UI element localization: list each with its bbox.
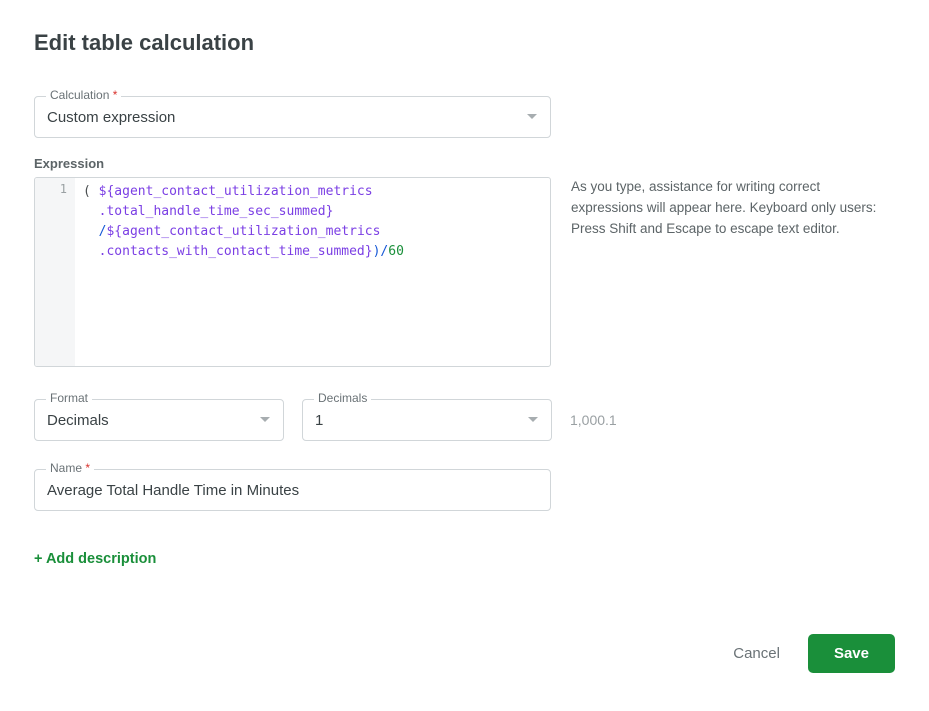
chevron-down-icon [259, 414, 271, 426]
editor-gutter: 1 [35, 178, 75, 366]
name-field: Name * [34, 469, 551, 511]
decimals-select[interactable]: 1 [302, 399, 552, 441]
decimals-select-value: 1 [315, 412, 323, 429]
chevron-down-icon [526, 111, 538, 123]
page-title: Edit table calculation [34, 30, 895, 56]
cancel-button[interactable]: Cancel [733, 645, 780, 662]
tok-var2b: .contacts_with_contact_time_summed} [99, 244, 373, 259]
expression-helper-text: As you type, assistance for writing corr… [571, 177, 891, 367]
save-button[interactable]: Save [808, 634, 895, 673]
format-sample: 1,000.1 [570, 412, 617, 428]
tok-var1a: ${agent_contact_utilization_metrics [99, 184, 373, 199]
name-label-text: Name [50, 461, 82, 475]
calculation-label: Calculation * [46, 88, 121, 102]
calculation-field: Calculation * Custom expression [34, 96, 551, 138]
gutter-line-1: 1 [39, 182, 67, 196]
format-select-value: Decimals [47, 412, 109, 429]
required-asterisk: * [85, 461, 90, 475]
editor-code: ( ${agent_contact_utilization_metrics .t… [75, 178, 412, 366]
name-input[interactable] [34, 469, 551, 511]
format-select[interactable]: Decimals [34, 399, 284, 441]
tok-open-paren: ( [83, 184, 91, 199]
expression-editor[interactable]: 1 ( ${agent_contact_utilization_metrics … [34, 177, 551, 367]
chevron-down-icon [527, 414, 539, 426]
tok-var2a: ${agent_contact_utilization_metrics [106, 224, 380, 239]
dialog-footer: Cancel Save [34, 634, 895, 673]
format-label: Format [46, 391, 92, 405]
add-description-link[interactable]: + Add description [34, 551, 156, 567]
format-field: Format Decimals [34, 399, 284, 441]
tok-literal: 60 [388, 244, 404, 259]
decimals-label: Decimals [314, 391, 371, 405]
name-label: Name * [46, 461, 94, 475]
expression-label: Expression [34, 156, 895, 171]
expression-section: Expression 1 ( ${agent_contact_utilizati… [34, 156, 895, 367]
calculation-select[interactable]: Custom expression [34, 96, 551, 138]
required-asterisk: * [113, 88, 118, 102]
format-row: Format Decimals Decimals 1 1,000.1 [34, 399, 895, 441]
tok-var1b: .total_handle_time_sec_summed} [99, 204, 334, 219]
decimals-field: Decimals 1 [302, 399, 552, 441]
calculation-select-value: Custom expression [47, 109, 175, 126]
calculation-label-text: Calculation [50, 88, 109, 102]
